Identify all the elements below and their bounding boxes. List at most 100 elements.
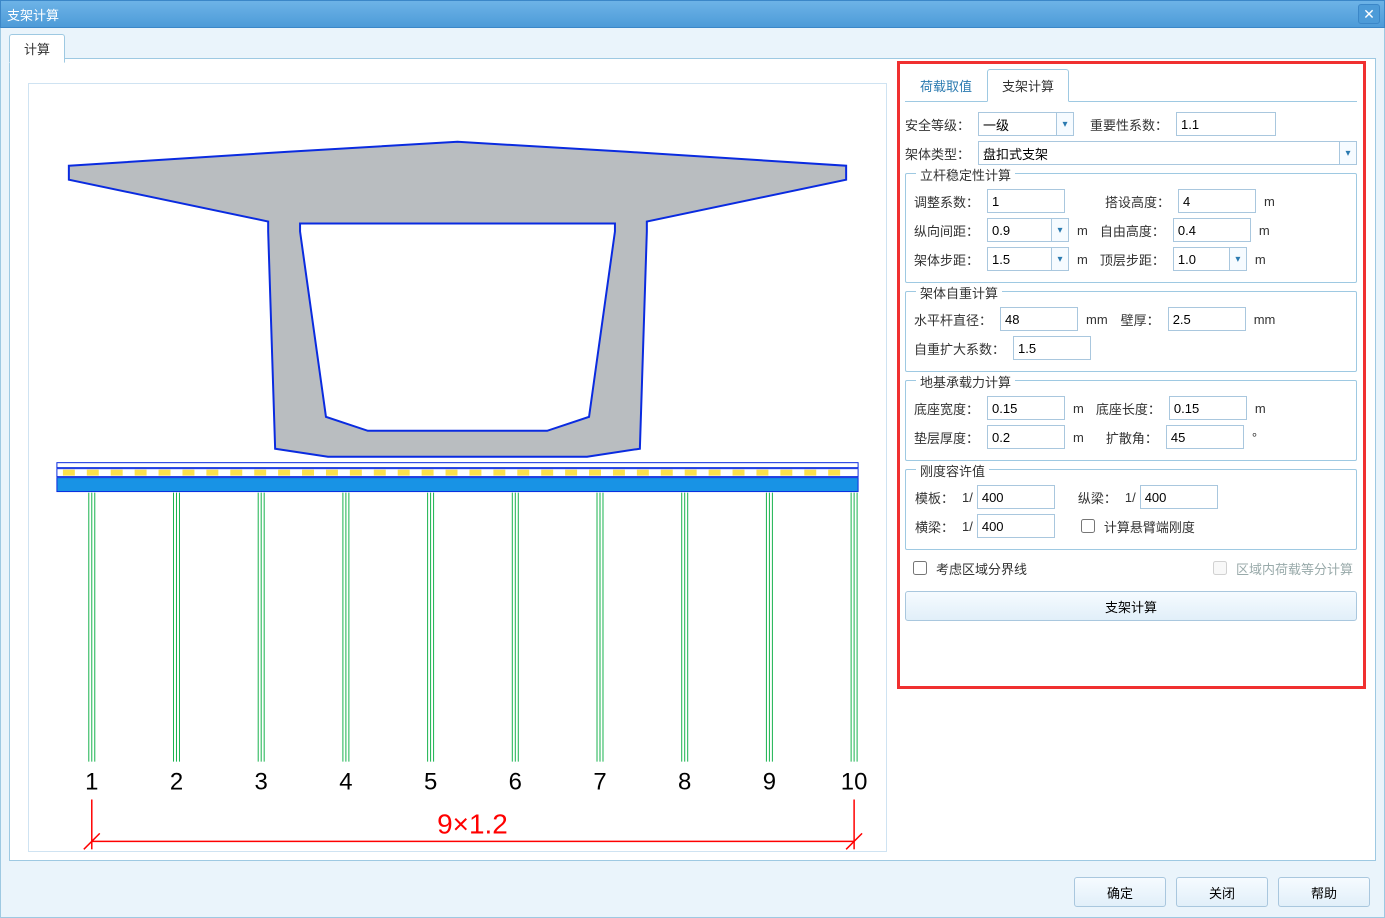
chevron-down-icon[interactable]: ▾ bbox=[1339, 141, 1357, 165]
cantilever-stiff-checkbox[interactable]: 计算悬臂端刚度 bbox=[1077, 516, 1195, 536]
safety-level-combo[interactable]: ▾ bbox=[978, 112, 1074, 136]
wall-thick-input[interactable] bbox=[1168, 307, 1246, 331]
post-label-1: 1 bbox=[85, 769, 98, 796]
frame-type-combo[interactable]: ▾ bbox=[978, 141, 1357, 165]
post-label-6: 6 bbox=[509, 769, 522, 796]
crossbeam-label: 横梁： bbox=[914, 517, 958, 536]
chevron-down-icon[interactable]: ▾ bbox=[1051, 218, 1069, 242]
close-icon[interactable]: ✕ bbox=[1358, 4, 1380, 24]
group-foundation-legend: 地基承载力计算 bbox=[916, 372, 1015, 391]
region-load-avg-input bbox=[1213, 561, 1227, 575]
unit-mm: mm bbox=[1254, 312, 1276, 327]
group-foundation: 地基承载力计算 底座宽度： m 底座长度： m 垫层厚度： m 扩散角： bbox=[905, 380, 1357, 461]
long-spacing-input[interactable] bbox=[987, 218, 1051, 242]
group-selfweight: 架体自重计算 水平杆直径： mm 壁厚： mm 自重扩大系数： bbox=[905, 291, 1357, 372]
frame-type-label: 架体类型： bbox=[905, 144, 974, 163]
unit-m: m bbox=[1073, 430, 1084, 445]
outer-tab-bar: 计算 bbox=[9, 34, 65, 63]
post-label-10: 10 bbox=[841, 769, 868, 796]
bridge-diagram: 1 2 3 4 5 6 7 8 9 10 bbox=[29, 84, 886, 881]
post-label-2: 2 bbox=[170, 769, 183, 796]
title-bar: 支架计算 ✕ bbox=[0, 0, 1385, 28]
region-load-avg-label: 区域内荷载等分计算 bbox=[1236, 559, 1353, 578]
frame-type-input[interactable] bbox=[978, 141, 1339, 165]
base-length-input[interactable] bbox=[1169, 396, 1247, 420]
longbeam-label: 纵梁： bbox=[1077, 488, 1121, 507]
step-spacing-combo[interactable]: ▾ bbox=[987, 247, 1069, 271]
side-tabs: 荷载取值 支架计算 bbox=[905, 69, 1357, 102]
region-load-avg-checkbox: 区域内荷载等分计算 bbox=[1209, 558, 1353, 578]
close-button[interactable]: 关闭 bbox=[1176, 877, 1268, 907]
formwork-input[interactable] bbox=[977, 485, 1055, 509]
hbar-dia-input[interactable] bbox=[1000, 307, 1078, 331]
window-title: 支架计算 bbox=[7, 5, 59, 24]
long-spacing-label: 纵向间距： bbox=[914, 221, 983, 240]
unit-m: m bbox=[1255, 252, 1266, 267]
safety-level-label: 安全等级： bbox=[905, 115, 974, 134]
importance-coef-label: 重要性系数： bbox=[1090, 115, 1172, 134]
dialog-footer: 确定 关闭 帮助 bbox=[1074, 877, 1370, 907]
safety-level-input[interactable] bbox=[978, 112, 1056, 136]
post-label-7: 7 bbox=[593, 769, 606, 796]
group-stability: 立杆稳定性计算 调整系数： 搭设高度： m 纵向间距： ▾ bbox=[905, 173, 1357, 283]
adjust-coef-input[interactable] bbox=[987, 189, 1065, 213]
selfw-factor-label: 自重扩大系数： bbox=[914, 339, 1009, 358]
top-step-input[interactable] bbox=[1173, 247, 1229, 271]
tab-load-values[interactable]: 荷载取值 bbox=[905, 69, 987, 101]
unit-m: m bbox=[1073, 401, 1084, 416]
step-spacing-input[interactable] bbox=[987, 247, 1051, 271]
free-height-input[interactable] bbox=[1173, 218, 1251, 242]
erect-height-label: 搭设高度： bbox=[1105, 192, 1174, 211]
post-label-8: 8 bbox=[678, 769, 691, 796]
selfw-factor-input[interactable] bbox=[1013, 336, 1091, 360]
importance-coef-input[interactable] bbox=[1176, 112, 1276, 136]
region-boundary-checkbox[interactable]: 考虑区域分界线 bbox=[909, 558, 1027, 578]
chevron-down-icon[interactable]: ▾ bbox=[1051, 247, 1069, 271]
unit-m: m bbox=[1255, 401, 1266, 416]
post-label-4: 4 bbox=[339, 769, 352, 796]
cantilever-stiff-input[interactable] bbox=[1081, 519, 1095, 533]
unit-m: m bbox=[1259, 223, 1270, 238]
drawing-frame: 1 2 3 4 5 6 7 8 9 10 bbox=[28, 83, 887, 852]
post-label-9: 9 bbox=[763, 769, 776, 796]
unit-deg: ° bbox=[1252, 430, 1257, 445]
drawing-area: 1 2 3 4 5 6 7 8 9 10 bbox=[10, 59, 895, 860]
base-length-label: 底座长度： bbox=[1096, 399, 1165, 418]
chevron-down-icon[interactable]: ▾ bbox=[1229, 247, 1247, 271]
longbeam-input[interactable] bbox=[1140, 485, 1218, 509]
top-step-combo[interactable]: ▾ bbox=[1173, 247, 1247, 271]
dimension-text: 9×1.2 bbox=[437, 808, 508, 839]
ok-button[interactable]: 确定 bbox=[1074, 877, 1166, 907]
spread-angle-label: 扩散角： bbox=[1096, 428, 1162, 447]
side-panel: 荷载取值 支架计算 安全等级： ▾ 重要性系数： 架体类型： bbox=[895, 59, 1375, 860]
help-button[interactable]: 帮助 bbox=[1278, 877, 1370, 907]
long-spacing-combo[interactable]: ▾ bbox=[987, 218, 1069, 242]
group-stability-legend: 立杆稳定性计算 bbox=[916, 165, 1015, 184]
unit-m: m bbox=[1264, 194, 1275, 209]
chevron-down-icon[interactable]: ▾ bbox=[1056, 112, 1074, 136]
unit-m: m bbox=[1077, 252, 1088, 267]
unit-m: m bbox=[1077, 223, 1088, 238]
spread-angle-input[interactable] bbox=[1166, 425, 1244, 449]
main-panel: 1 2 3 4 5 6 7 8 9 10 bbox=[9, 58, 1376, 861]
cantilever-stiff-label: 计算悬臂端刚度 bbox=[1104, 517, 1195, 536]
hbar-dia-label: 水平杆直径： bbox=[914, 310, 996, 329]
region-boundary-label: 考虑区域分界线 bbox=[936, 559, 1027, 578]
formwork-label: 模板： bbox=[914, 488, 958, 507]
erect-height-input[interactable] bbox=[1178, 189, 1256, 213]
region-boundary-input[interactable] bbox=[913, 561, 927, 575]
unit-mm: mm bbox=[1086, 312, 1108, 327]
prefix-1over: 1/ bbox=[1125, 490, 1136, 505]
base-width-label: 底座宽度： bbox=[914, 399, 983, 418]
tab-calc[interactable]: 计算 bbox=[9, 34, 65, 63]
tab-frame-calc[interactable]: 支架计算 bbox=[987, 69, 1069, 102]
pad-thick-input[interactable] bbox=[987, 425, 1065, 449]
group-stiffness: 刚度容许值 模板： 1/ 纵梁： 1/ 横梁： 1/ bbox=[905, 469, 1357, 550]
base-width-input[interactable] bbox=[987, 396, 1065, 420]
post-label-3: 3 bbox=[255, 769, 268, 796]
pad-thick-label: 垫层厚度： bbox=[914, 428, 983, 447]
step-spacing-label: 架体步距： bbox=[914, 250, 983, 269]
calculate-button[interactable]: 支架计算 bbox=[905, 591, 1357, 621]
prefix-1over: 1/ bbox=[962, 519, 973, 534]
crossbeam-input[interactable] bbox=[977, 514, 1055, 538]
